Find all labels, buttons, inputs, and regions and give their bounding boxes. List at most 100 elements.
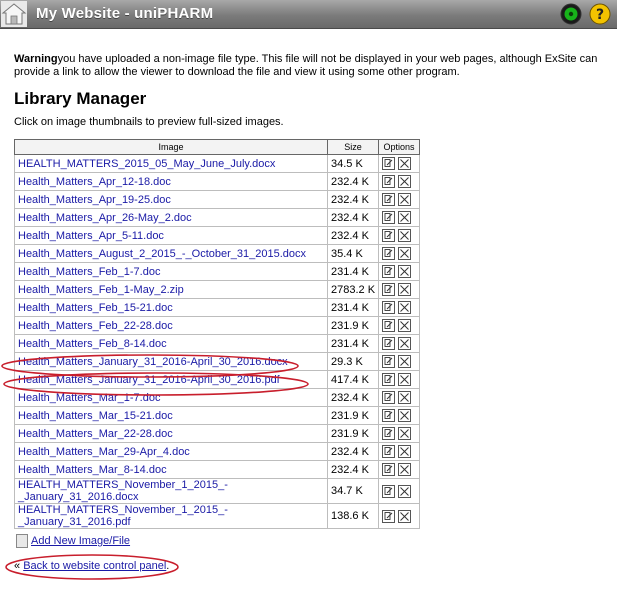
edit-icon[interactable] <box>382 484 396 498</box>
delete-icon[interactable] <box>398 175 412 188</box>
delete-icon[interactable] <box>398 373 412 386</box>
file-size: 231.4 K <box>326 334 380 353</box>
delete-icon[interactable] <box>398 229 412 242</box>
delete-icon[interactable] <box>398 301 412 314</box>
options-cell <box>378 208 421 227</box>
file-link[interactable]: Health_Matters_Apr_19-25.doc <box>18 194 171 206</box>
delete-icon[interactable] <box>398 427 412 440</box>
edit-icon[interactable] <box>382 319 396 332</box>
edit-icon[interactable] <box>382 247 396 260</box>
back-link[interactable]: Back to website control panel <box>23 560 166 572</box>
delete-icon[interactable] <box>398 337 412 350</box>
delete-icon[interactable] <box>398 283 412 296</box>
file-link[interactable]: Health_Matters_Mar_8-14.doc <box>18 464 167 476</box>
file-name-cell: HEALTH_MATTERS_November_1_2015_-_January… <box>14 503 328 529</box>
delete-icon[interactable] <box>398 157 412 170</box>
edit-icon[interactable] <box>382 445 396 458</box>
edit-icon[interactable] <box>382 265 396 278</box>
delete-icon[interactable] <box>398 463 412 476</box>
edit-icon[interactable] <box>382 175 396 188</box>
delete-icon[interactable] <box>398 265 412 278</box>
edit-icon[interactable] <box>382 157 396 170</box>
edit-icon[interactable] <box>382 337 396 350</box>
delete-icon[interactable] <box>398 409 412 422</box>
edit-icon[interactable] <box>382 283 396 296</box>
delete-icon[interactable] <box>398 193 412 206</box>
options-cell <box>378 370 421 389</box>
file-link[interactable]: Health_Matters_Mar_1-7.doc <box>18 392 160 404</box>
file-link[interactable]: Health_Matters_Feb_8-14.doc <box>18 338 167 350</box>
file-link[interactable]: Health_Matters_Mar_22-28.doc <box>18 428 173 440</box>
delete-icon[interactable] <box>398 247 412 260</box>
edit-icon[interactable] <box>382 211 396 224</box>
edit-icon[interactable] <box>382 229 396 242</box>
table-row: Health_Matters_Mar_22-28.doc 231.9 K <box>14 424 421 443</box>
help-icon[interactable]: ? <box>589 3 611 25</box>
add-file-link[interactable]: Add New Image/File <box>31 535 130 547</box>
file-link[interactable]: Health_Matters_Feb_1-May_2.zip <box>18 284 184 296</box>
file-link[interactable]: HEALTH_MATTERS_2015_05_May_June_July.doc… <box>18 158 275 170</box>
file-link[interactable]: Health_Matters_Mar_15-21.doc <box>18 410 173 422</box>
options-cell <box>378 172 421 191</box>
file-link[interactable]: Health_Matters_Mar_29-Apr_4.doc <box>18 446 190 458</box>
delete-icon[interactable] <box>398 355 412 368</box>
edit-icon[interactable] <box>382 427 396 440</box>
file-size: 232.4 K <box>326 388 380 407</box>
table-row: Health_Matters_Feb_1-May_2.zip 2783.2 K <box>14 280 421 299</box>
file-name-cell: Health_Matters_Apr_26-May_2.doc <box>14 208 328 227</box>
size-column-header: Size <box>326 139 380 155</box>
exsite-icon[interactable] <box>560 3 582 25</box>
delete-icon[interactable] <box>398 484 412 498</box>
edit-icon[interactable] <box>382 355 396 368</box>
file-link[interactable]: HEALTH_MATTERS_November_1_2015_-_January… <box>18 504 228 528</box>
options-cell <box>378 442 421 461</box>
table-row: Health_Matters_Feb_15-21.doc 231.4 K <box>14 298 421 317</box>
delete-icon[interactable] <box>398 445 412 458</box>
options-cell <box>378 298 421 317</box>
file-size: 232.4 K <box>326 226 380 245</box>
file-link[interactable]: HEALTH_MATTERS_November_1_2015_-_January… <box>18 479 228 503</box>
delete-icon[interactable] <box>398 211 412 224</box>
app-title: My Website - uniPHARM <box>36 5 214 22</box>
options-cell <box>378 226 421 245</box>
image-column-header: Image <box>14 139 328 155</box>
edit-icon[interactable] <box>382 373 396 386</box>
edit-icon[interactable] <box>382 193 396 206</box>
file-size: 232.4 K <box>326 442 380 461</box>
file-link[interactable]: Health_Matters_January_31_2016-April_30_… <box>18 356 288 368</box>
file-size: 34.5 K <box>326 154 380 173</box>
file-size: 35.4 K <box>326 244 380 263</box>
delete-icon[interactable] <box>398 509 412 523</box>
file-size: 232.4 K <box>326 460 380 479</box>
table-row: Health_Matters_January_31_2016-April_30_… <box>14 370 421 389</box>
file-name-cell: Health_Matters_Mar_1-7.doc <box>14 388 328 407</box>
delete-icon[interactable] <box>398 391 412 404</box>
delete-icon[interactable] <box>398 319 412 332</box>
file-link[interactable]: Health_Matters_January_31_2016-April_30_… <box>18 374 280 386</box>
file-link[interactable]: Health_Matters_Feb_22-28.doc <box>18 320 173 332</box>
home-icon[interactable] <box>1 1 27 27</box>
edit-icon[interactable] <box>382 301 396 314</box>
file-link[interactable]: Health_Matters_Feb_1-7.doc <box>18 266 160 278</box>
edit-icon[interactable] <box>382 509 396 523</box>
file-link[interactable]: Health_Matters_Apr_26-May_2.doc <box>18 212 192 224</box>
edit-icon[interactable] <box>382 391 396 404</box>
file-size: 231.9 K <box>326 424 380 443</box>
options-cell <box>378 190 421 209</box>
file-icon <box>16 534 28 548</box>
file-size: 231.9 K <box>326 316 380 335</box>
options-cell <box>378 478 421 504</box>
warning-label: Warning <box>14 53 58 65</box>
file-size: 2783.2 K <box>326 280 380 299</box>
file-size: 231.9 K <box>326 406 380 425</box>
file-link[interactable]: Health_Matters_Feb_15-21.doc <box>18 302 173 314</box>
options-cell <box>378 406 421 425</box>
file-link[interactable]: Health_Matters_Apr_5-11.doc <box>18 230 164 242</box>
file-name-cell: HEALTH_MATTERS_November_1_2015_-_January… <box>14 478 328 504</box>
file-link[interactable]: Health_Matters_August_2_2015_-_October_3… <box>18 248 306 260</box>
edit-icon[interactable] <box>382 463 396 476</box>
file-link[interactable]: Health_Matters_Apr_12-18.doc <box>18 176 171 188</box>
edit-icon[interactable] <box>382 409 396 422</box>
table-row: Health_Matters_August_2_2015_-_October_3… <box>14 244 421 263</box>
options-cell <box>378 460 421 479</box>
